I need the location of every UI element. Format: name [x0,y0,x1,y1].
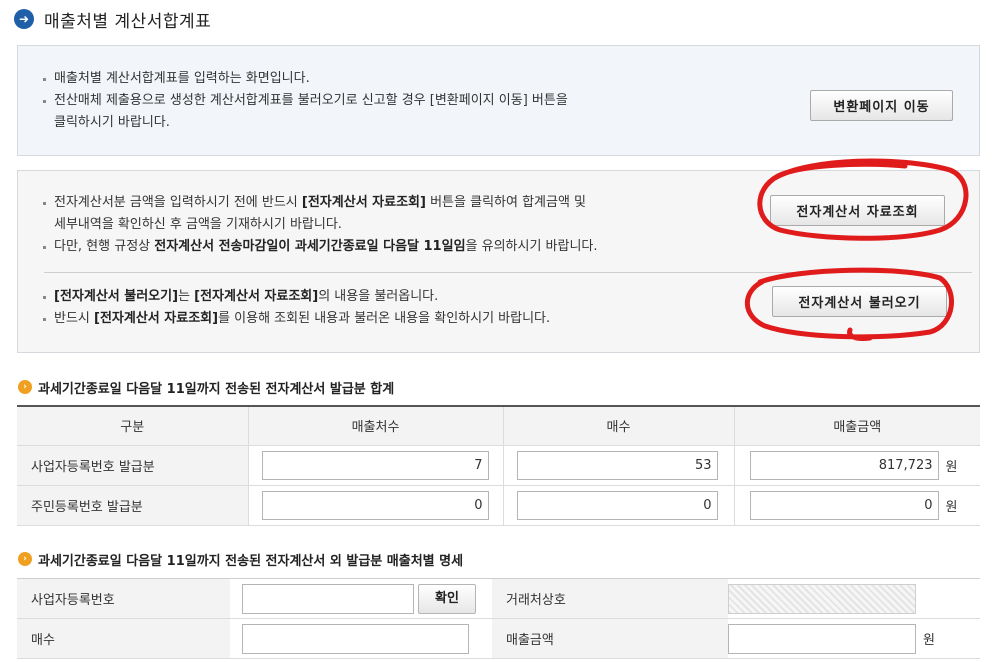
sheets-field[interactable]: 53 [516,450,718,480]
count-field[interactable]: 7 [261,450,489,480]
info-text: 세부내역을 확인하신 후 금액을 기재하시기 바랍니다. [54,217,342,232]
other-invoice-form-table: 사업자등록번호 확인 거래처상호 매수 매출금액 원 [17,578,980,659]
convert-page-button[interactable]: 변환페이지 이동 [810,90,953,121]
amount-field[interactable]: 0 [749,490,939,520]
info-emphasis: [전자계산서 자료조회] [301,195,426,210]
info-box-convert: 매출처별 계산서합계표를 입력하는 화면입니다. 전산매체 제출용으로 생성한 … [17,45,980,156]
arrow-circle-icon: › [18,380,32,394]
table-row: 사업자등록번호 발급분 7 53 817,723 원 [17,445,980,486]
form-row: 매수 매출금액 원 [17,618,980,659]
biz-no-input[interactable] [242,583,414,614]
info-text: 를 이용해 조회된 내용과 불러온 내용을 확인하시기 바랍니다. [218,311,551,326]
info-emphasis: 전자계산서 전송마감일이 과세기간종료일 다음달 11일임 [154,239,466,254]
info-item: 전산매체 제출용으로 생성한 계산서합계표를 불러오기로 신고할 경우 [변환페… [40,90,740,134]
info-text: 는 [178,289,195,304]
amount-field[interactable]: 817,723 [749,450,939,480]
section-title-text: 과세기간종료일 다음달 11일까지 전송된 전자계산서 발급분 합계 [38,381,395,397]
table-header-row: 구분 매출처수 매수 매출금액 [17,406,980,446]
divider [44,272,972,273]
sheets-label: 매수 [17,618,230,659]
column-header: 매출금액 [733,406,980,446]
sheets-input[interactable] [242,623,469,654]
arrow-circle-icon: › [18,552,32,566]
section-title-e-invoice-total: › 과세기간종료일 다음달 11일까지 전송된 전자계산서 발급분 합계 [18,377,394,397]
info-text: 반드시 [54,311,95,326]
info-text: 전자계산서분 금액을 입력하시기 전에 반드시 [54,195,302,210]
info-text: 의 내용을 불러옵니다. [318,289,439,304]
count-field[interactable]: 0 [261,490,489,520]
info-emphasis: [전자계산서 자료조회] [94,311,219,326]
sheets-field[interactable]: 0 [516,490,718,520]
info-text: 을 유의하시기 바랍니다. [465,239,598,254]
table-row: 주민등록번호 발급분 0 0 0원 [17,485,980,526]
e-invoice-total-table: 구분 매출처수 매수 매출금액 사업자등록번호 발급분 7 53 817,723… [17,405,980,526]
row-label: 주민등록번호 발급분 [17,485,248,526]
amount-input[interactable] [728,623,916,654]
trade-name-label: 거래처상호 [492,578,728,619]
info-item: 다만, 현행 규정상 전자계산서 전송마감일이 과세기간종료일 다음달 11일임… [40,236,770,258]
column-header: 매수 [502,406,734,446]
arrow-right-circle-icon: ➜ [14,9,34,29]
info-box-e-invoice: 전자계산서분 금액을 입력하시기 전에 반드시 [전자계산서 자료조회] 버튼을… [17,170,980,353]
row-label: 사업자등록번호 발급분 [17,445,248,486]
info-list: 전자계산서분 금액을 입력하시기 전에 반드시 [전자계산서 자료조회] 버튼을… [40,192,770,258]
e-invoice-lookup-button[interactable]: 전자계산서 자료조회 [770,195,945,226]
column-header: 매출처수 [247,406,503,446]
section-title-other-invoice: › 과세기간종료일 다음달 11일까지 전송된 전자계산서 외 발급분 매출처별… [18,549,463,569]
page-title: 매출처별 계산서합계표 [44,11,212,32]
section-title-text: 과세기간종료일 다음달 11일까지 전송된 전자계산서 외 발급분 매출처별 명… [38,553,464,569]
confirm-button[interactable]: 확인 [418,583,476,614]
info-text: 전산매체 제출용으로 생성한 계산서합계표를 불러오기로 신고할 경우 [변환페… [54,93,568,108]
amount-label: 매출금액 [492,618,728,659]
info-item: 매출처별 계산서합계표를 입력하는 화면입니다. [40,68,740,90]
info-text: 클릭하시기 바랍니다. [54,115,170,130]
unit-label: 원 [923,633,935,648]
unit-label: 원 [945,499,958,515]
info-emphasis: [전자계산서 불러오기] [54,289,179,304]
unit-label: 원 [945,459,958,475]
page-header: ➜ 매출처별 계산서합계표 [14,6,211,32]
info-list: 매출처별 계산서합계표를 입력하는 화면입니다. 전산매체 제출용으로 생성한 … [40,68,740,134]
info-text: 매출처별 계산서합계표를 입력하는 화면입니다. [54,71,310,86]
e-invoice-load-button[interactable]: 전자계산서 불러오기 [772,286,947,317]
form-row: 사업자등록번호 확인 거래처상호 [17,578,980,619]
column-header: 구분 [17,406,248,446]
info-item: [전자계산서 불러오기]는 [전자계산서 자료조회]의 내용을 불러옵니다. [40,286,760,308]
biz-no-label: 사업자등록번호 [17,578,230,619]
trade-name-field [728,583,916,614]
info-emphasis: [전자계산서 자료조회] [194,289,319,304]
info-list: [전자계산서 불러오기]는 [전자계산서 자료조회]의 내용을 불러옵니다. 반… [40,286,760,330]
info-text: 다만, 현행 규정상 [54,239,155,254]
info-item: 전자계산서분 금액을 입력하시기 전에 반드시 [전자계산서 자료조회] 버튼을… [40,192,770,236]
info-item: 반드시 [전자계산서 자료조회]를 이용해 조회된 내용과 불러온 내용을 확인… [40,308,760,330]
info-text: 버튼을 클릭하여 합계금액 및 [425,195,587,210]
